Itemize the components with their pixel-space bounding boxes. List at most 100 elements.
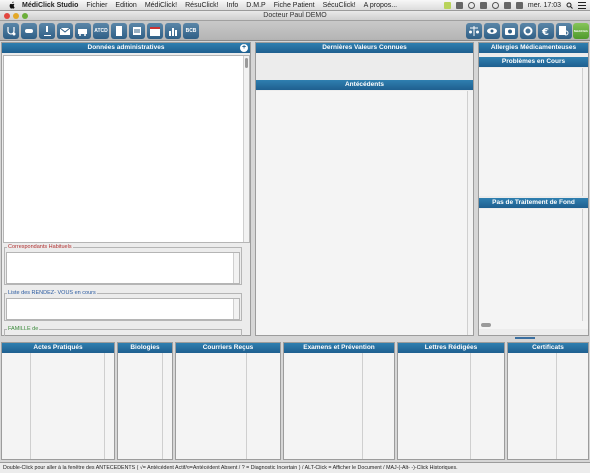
add-icon[interactable]: + — [240, 44, 248, 52]
eye-tool-button[interactable] — [484, 23, 500, 39]
pills-icon — [25, 29, 33, 33]
correspondants-group: Correspondants Habituels — [4, 244, 242, 285]
wifi-icon[interactable] — [491, 2, 499, 9]
notification-list-icon[interactable] — [578, 2, 586, 9]
bcb-tool-button[interactable]: BCB — [183, 23, 199, 39]
ambulance-tool-button[interactable] — [75, 23, 91, 39]
apple-icon[interactable] — [8, 0, 16, 10]
actes-column[interactable]: Actes Pratiqués — [1, 342, 115, 460]
courriers-header: Courriers Reçus — [176, 343, 280, 353]
menu-info[interactable]: Info — [227, 2, 239, 9]
courriers-column[interactable]: Courriers Reçus — [175, 342, 281, 460]
lettres-title: Lettres Rédigées — [424, 344, 478, 351]
antecedents-title: Antécédents — [344, 81, 384, 88]
balance-icon — [469, 26, 479, 36]
traitement-hscroll-thumb[interactable] — [481, 323, 491, 327]
antecedents-area[interactable] — [256, 91, 473, 335]
status-text: Double-Click pour aller à la fenêtre des… — [3, 465, 458, 471]
time-machine-icon[interactable] — [467, 2, 475, 9]
close-window-button[interactable] — [4, 13, 10, 19]
menu-mediclick[interactable]: MédiClick! — [145, 2, 177, 9]
examens-column[interactable]: Examens et Prévention — [283, 342, 395, 460]
traitement-scrollbar[interactable] — [582, 209, 588, 321]
rdv-scrollbar[interactable] — [233, 299, 239, 319]
stethoscope-icon — [7, 27, 16, 36]
microscope-tool-button[interactable] — [39, 23, 55, 39]
center-panel: Dernières Valeurs Connues Antécédents — [255, 42, 474, 336]
search-document-tool-button[interactable] — [556, 23, 572, 39]
rdv-list[interactable] — [6, 298, 240, 320]
antecedents-scrollbar[interactable] — [467, 91, 473, 335]
menu-fiche-patient[interactable]: Fiche Patient — [274, 2, 315, 9]
menu-secuclick[interactable]: SécuClick! — [323, 2, 356, 9]
bcb-label: BCB — [185, 28, 197, 34]
notes-tool-button[interactable] — [129, 23, 145, 39]
biologies-column[interactable]: Biologies — [117, 342, 173, 460]
spotlight-search-icon[interactable] — [566, 2, 573, 9]
problemes-area[interactable] — [479, 68, 588, 196]
atcd-label: ATCD — [94, 28, 108, 34]
search-document-icon — [559, 26, 569, 36]
notes-icon — [133, 27, 141, 35]
ordonnance-tool-button[interactable] — [111, 23, 127, 39]
menu-app-name[interactable]: MédiClick Studio — [22, 2, 78, 9]
volume-icon[interactable] — [515, 2, 523, 9]
correspondants-label: Correspondants Habituels — [7, 244, 73, 250]
airplay-icon[interactable] — [503, 2, 511, 9]
mail-tool-button[interactable] — [57, 23, 73, 39]
allergies-title: Allergies Médicamenteuses — [490, 44, 577, 51]
biologies-header: Biologies — [118, 343, 172, 353]
correspondants-scrollbar[interactable] — [233, 253, 239, 283]
status-display-icon[interactable] — [455, 2, 463, 9]
balance-tool-button[interactable] — [466, 23, 482, 39]
valeurs-title: Dernières Valeurs Connues — [322, 44, 407, 51]
correspondants-list[interactable] — [6, 252, 240, 284]
status-app-icon[interactable] — [443, 2, 451, 9]
rdv-group: Liste des RENDEZ- VOUS en cours — [4, 290, 242, 321]
famille-group: FAMILLE de — [4, 326, 242, 336]
document-icon — [116, 26, 122, 36]
window-titlebar: Docteur Paul DEMO — [0, 11, 590, 21]
settings-tool-button[interactable] — [520, 23, 536, 39]
menu-a-propos[interactable]: A propos... — [364, 2, 397, 9]
lettres-column[interactable]: Lettres Rédigées — [397, 342, 505, 460]
menu-resuclick[interactable]: RésuClick! — [185, 2, 218, 9]
minimize-window-button[interactable] — [13, 13, 19, 19]
examens-header: Examens et Prévention — [284, 343, 394, 353]
right-panel: Allergies Médicamenteuses Problèmes en C… — [478, 42, 589, 336]
valeurs-area[interactable] — [256, 53, 473, 79]
admin-scrollbar[interactable] — [243, 56, 249, 242]
biologies-title: Biologies — [130, 344, 160, 351]
certificats-title: Certificats — [532, 344, 564, 351]
problemes-header: Problèmes en Cours — [479, 57, 588, 67]
bluetooth-icon[interactable] — [479, 2, 487, 9]
pills-tool-button[interactable] — [21, 23, 37, 39]
mediclick-label: MédiClick — [573, 29, 588, 33]
atcd-tool-button[interactable]: ATCD — [93, 23, 109, 39]
euro-tool-button[interactable]: € — [538, 23, 554, 39]
menu-edition[interactable]: Edition — [115, 2, 136, 9]
actes-title: Actes Pratiqués — [33, 344, 83, 351]
certificats-column[interactable]: Certificats — [507, 342, 589, 460]
admin-info-area[interactable] — [3, 55, 250, 243]
splitter-handle[interactable] — [515, 337, 535, 339]
menu-dmp[interactable]: D.M.P — [246, 2, 265, 9]
menubar-clock[interactable]: mer. 17:03 — [528, 2, 561, 9]
calendar-tool-button[interactable] — [147, 23, 163, 39]
traitement-area[interactable] — [479, 209, 588, 329]
svg-text:€: € — [541, 27, 549, 37]
camera-icon — [505, 28, 515, 35]
calendar-icon — [150, 27, 160, 36]
problemes-title: Problèmes en Cours — [501, 58, 566, 65]
antecedents-header: Antécédents — [256, 80, 473, 90]
chart-tool-button[interactable] — [165, 23, 181, 39]
traitement-title: Pas de Traitement de Fond — [492, 199, 575, 206]
stethoscope-tool-button[interactable] — [3, 23, 19, 39]
camera-tool-button[interactable] — [502, 23, 518, 39]
zoom-window-button[interactable] — [22, 13, 28, 19]
lettres-header: Lettres Rédigées — [398, 343, 504, 353]
problemes-scrollbar[interactable] — [582, 68, 588, 196]
actes-header: Actes Pratiqués — [2, 343, 114, 353]
mediclick-tool-button[interactable]: MédiClick — [573, 23, 589, 39]
menu-fichier[interactable]: Fichier — [86, 2, 107, 9]
